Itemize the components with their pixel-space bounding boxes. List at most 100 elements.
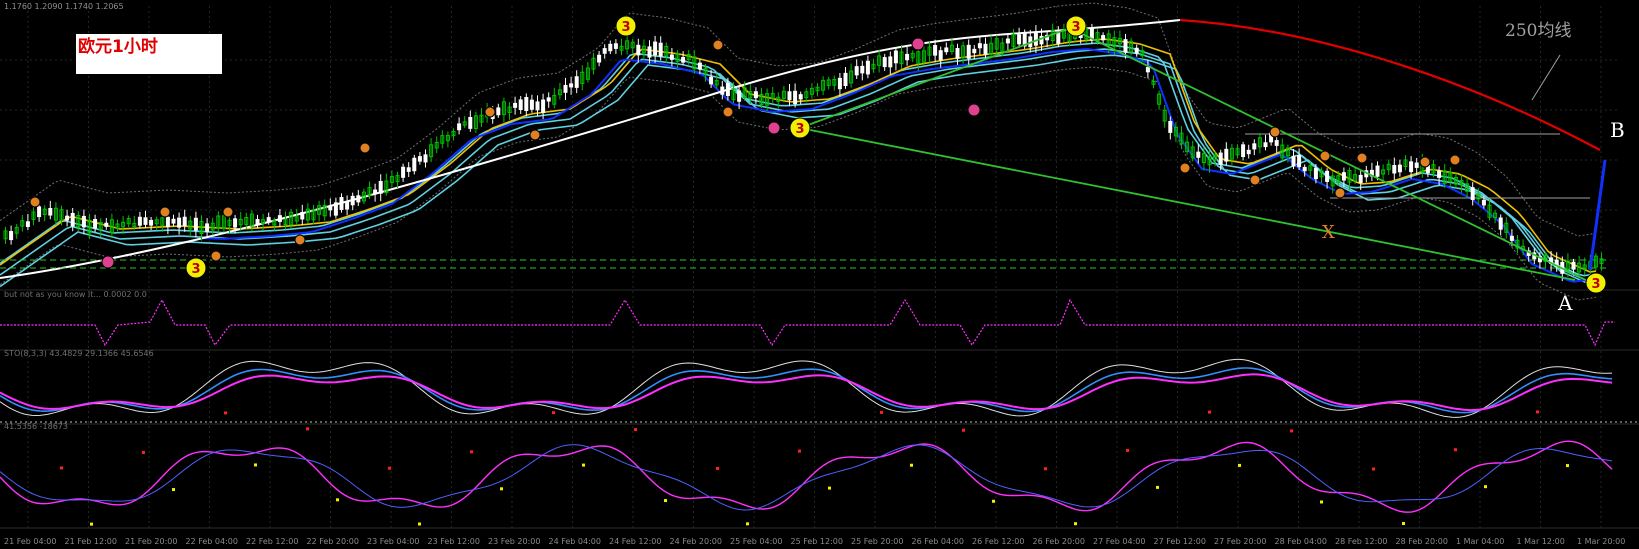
candle-body bbox=[944, 47, 949, 53]
oscillator-panel bbox=[0, 410, 1613, 526]
osc-dot-red bbox=[60, 466, 63, 470]
x-tick-label: 28 Feb 04:00 bbox=[1275, 537, 1327, 546]
fractal-up-marker bbox=[159, 206, 171, 218]
osc-dot-red bbox=[716, 466, 719, 470]
candle-body bbox=[636, 44, 641, 56]
osc-dot-yellow bbox=[746, 522, 749, 526]
candle-body bbox=[93, 218, 98, 229]
osc-dot-yellow bbox=[582, 463, 585, 467]
candle-body bbox=[720, 86, 725, 95]
candle-body bbox=[737, 90, 742, 102]
x-tick-label: 25 Feb 20:00 bbox=[851, 537, 903, 546]
fractal-up-marker bbox=[1249, 174, 1261, 186]
candle-body bbox=[518, 99, 523, 110]
osc-dot-yellow bbox=[1566, 464, 1569, 468]
x-tick-label: 27 Feb 12:00 bbox=[1154, 537, 1206, 546]
cyan-ma-2 bbox=[0, 54, 1597, 288]
candle-body bbox=[1224, 148, 1229, 162]
x-tick-label: 23 Feb 20:00 bbox=[488, 537, 540, 546]
osc-dot-yellow bbox=[254, 463, 257, 467]
candle-body bbox=[1571, 261, 1576, 270]
osc-dot-red bbox=[1372, 467, 1375, 471]
osc-dot-yellow bbox=[336, 498, 339, 502]
candle-body bbox=[182, 216, 187, 227]
candle-body bbox=[1313, 168, 1318, 180]
candle-body bbox=[104, 222, 109, 227]
candle-body bbox=[1123, 39, 1128, 53]
osc-dot-red bbox=[798, 449, 801, 453]
candle-body bbox=[608, 43, 613, 52]
ma250-label: 250均线 bbox=[1505, 21, 1571, 41]
candle-body bbox=[468, 116, 473, 129]
x-tick-label: 21 Feb 04:00 bbox=[4, 537, 56, 546]
candle-body bbox=[865, 60, 870, 75]
cyan-ma-1 bbox=[0, 48, 1597, 283]
candle-body bbox=[1101, 35, 1106, 41]
osc-dot-yellow bbox=[1238, 463, 1241, 467]
candle-body bbox=[171, 218, 176, 224]
x-tick-label: 1 Mar 12:00 bbox=[1517, 537, 1565, 546]
osc-dot-red bbox=[962, 428, 965, 432]
candle-body bbox=[837, 77, 842, 90]
fractal-up-marker bbox=[1449, 154, 1461, 166]
osc-dot-yellow bbox=[828, 486, 831, 490]
candle-body bbox=[860, 65, 865, 74]
candle-body bbox=[1252, 143, 1257, 150]
trading-chart[interactable]: 3 3 3 3 3 21 Feb 04:00 21 Feb 12:00 21 Feb 20:… bbox=[0, 0, 1639, 549]
candle-body bbox=[613, 43, 618, 49]
fractal-up-marker bbox=[1334, 187, 1346, 199]
indicator-panel-1 bbox=[0, 298, 1615, 347]
candle-body bbox=[350, 195, 355, 206]
candle-body bbox=[753, 91, 758, 99]
x-tick-label: 22 Feb 04:00 bbox=[186, 537, 238, 546]
candle-body bbox=[1498, 217, 1503, 230]
x-tick-label: 22 Feb 12:00 bbox=[246, 537, 298, 546]
x-tick-label: 25 Feb 04:00 bbox=[730, 537, 782, 546]
candle-body bbox=[1481, 199, 1486, 206]
candle-body bbox=[535, 101, 540, 111]
candle-body bbox=[143, 217, 148, 225]
x-tick-label: 27 Feb 04:00 bbox=[1093, 537, 1145, 546]
ma250-pointer bbox=[1531, 54, 1561, 101]
x-tick-label: 23 Feb 12:00 bbox=[428, 537, 480, 546]
fractal-markers: 3 3 3 3 3 bbox=[29, 15, 1607, 294]
x-tick-label: 21 Feb 20:00 bbox=[125, 537, 177, 546]
x-tick-label: 28 Feb 20:00 bbox=[1396, 537, 1448, 546]
osc-dot-red bbox=[552, 411, 555, 415]
osc-dot-yellow bbox=[90, 522, 93, 526]
candle-body bbox=[417, 156, 422, 162]
osc-dot-red bbox=[224, 411, 227, 415]
osc-dot-yellow bbox=[172, 488, 175, 492]
osc-dot-yellow bbox=[1074, 522, 1077, 526]
osc-dot-red bbox=[1126, 448, 1129, 452]
candle-body bbox=[1325, 170, 1330, 182]
osc-dot-red bbox=[142, 450, 145, 454]
candle-body bbox=[70, 212, 75, 227]
candle-body bbox=[529, 99, 534, 110]
panel2-info: STO(8,3,3) 43.4829 29.1366 45.6546 bbox=[4, 349, 154, 358]
candle-body bbox=[1291, 155, 1296, 167]
candle-body bbox=[1246, 149, 1251, 155]
candle-body bbox=[423, 154, 428, 163]
wave-3-label: 3 bbox=[191, 262, 200, 277]
candle-body bbox=[25, 221, 30, 228]
osc-dot-red bbox=[1044, 467, 1047, 471]
fractal-down-marker bbox=[911, 37, 925, 51]
x-tick-label: 23 Feb 04:00 bbox=[367, 537, 419, 546]
candle-body bbox=[345, 202, 350, 210]
candle-body bbox=[48, 208, 53, 216]
candle-body bbox=[1397, 164, 1402, 173]
x-tick-label: 22 Feb 20:00 bbox=[307, 537, 359, 546]
candle-body bbox=[9, 231, 14, 241]
candle-body bbox=[524, 97, 529, 112]
osc-dot-yellow bbox=[664, 499, 667, 503]
stoch-slow bbox=[0, 373, 1613, 412]
candle-body bbox=[669, 54, 674, 60]
candle-body bbox=[165, 216, 170, 228]
candle-body bbox=[787, 91, 792, 101]
candle-body bbox=[205, 223, 210, 232]
candle-body bbox=[1302, 166, 1307, 172]
candle-body bbox=[563, 84, 568, 93]
fractal-down-marker bbox=[967, 103, 981, 117]
fractal-up-marker bbox=[1419, 156, 1431, 168]
